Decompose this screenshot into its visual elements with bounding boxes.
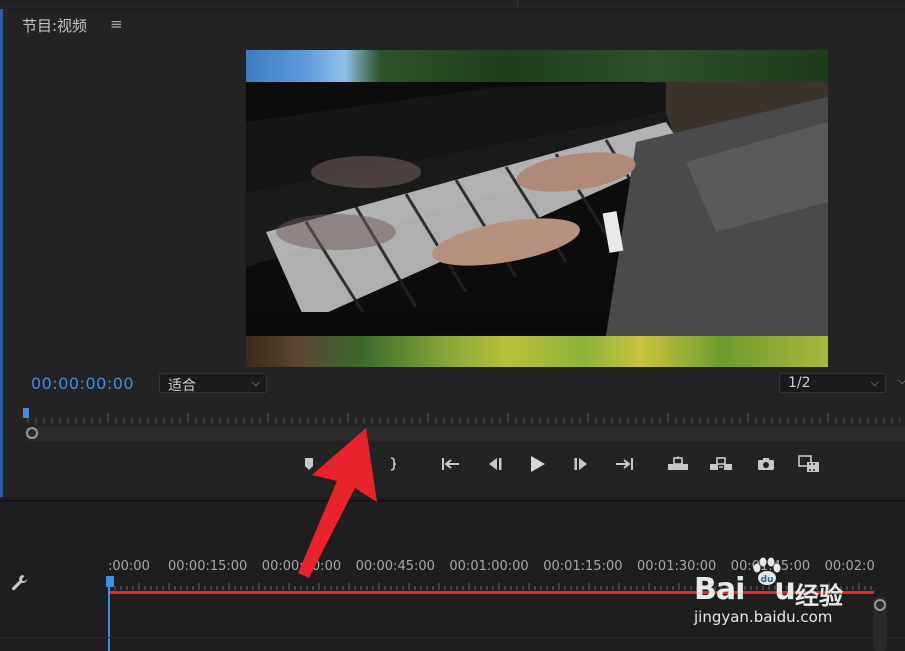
step-back-button[interactable] [482,452,506,476]
go-to-in-button[interactable] [439,452,463,476]
watermark-cn: 经验 [795,582,843,610]
mark-out-button[interactable] [382,452,406,476]
video-bottom-strip-meadow [246,336,828,367]
video-piano-frame [246,82,828,336]
compare-icon [798,455,819,472]
settings-chevron-icon[interactable]: ⌵ [898,374,905,388]
chevron-down-icon: ⌵ [870,376,879,389]
timeline-playhead[interactable] [106,576,114,587]
play-button[interactable] [525,452,549,476]
panel-title[interactable]: 节目:视频 [22,15,87,36]
playhead-timecode[interactable]: 00:00:00:00 [31,374,134,393]
go-to-in-icon [442,458,459,470]
zoom-handle[interactable] [26,427,38,439]
monitor-zoom-bar[interactable] [26,427,905,441]
timeline-playhead-line [108,587,110,651]
video-preview [246,50,828,367]
fit-select[interactable]: 适合 ⌵ [159,373,267,394]
export-frame-button[interactable] [754,452,778,476]
chevron-down-icon: ⌵ [251,376,260,389]
go-to-out-button[interactable] [612,452,636,476]
extract-button[interactable] [709,452,733,476]
monitor-time-ruler[interactable] [26,411,900,425]
add-marker-button[interactable] [297,452,321,476]
step-forward-icon [574,458,587,470]
lift-button[interactable] [666,452,690,476]
timeline-top-divider [0,500,905,502]
track-divider [0,637,905,638]
ruler-label: 00:00:45:00 [355,559,435,574]
top-strip [0,0,905,8]
paw-icon: du [753,557,781,585]
step-forward-button[interactable] [570,452,594,476]
video-top-strip-sky [246,50,828,82]
ruler-label: 00:00:30:00 [261,559,342,574]
go-to-out-icon [616,458,633,470]
resolution-select[interactable]: 1/2 ⌵ [779,373,886,393]
step-back-icon [489,458,502,470]
baidu-jingyan-watermark: Bai u du 经验 jingyan.baidu.com [692,548,897,633]
resolution-select-value: 1/2 [788,375,811,391]
svg-text:du: du [761,575,774,585]
hamburger-icon[interactable]: ≡ [110,15,123,33]
comparison-view-button[interactable] [797,452,821,476]
monitor-playhead[interactable] [23,408,29,418]
top-divider [0,6,905,7]
marker-icon [305,458,313,470]
ruler-label: :00:00 [108,559,150,574]
panel-separator [517,0,518,7]
active-panel-accent [0,9,3,497]
ruler-label: 00:01:15:00 [543,559,623,574]
ruler-label: 00:00:15:00 [168,559,248,574]
mark-out-icon [390,457,397,471]
play-icon [531,456,545,472]
watermark-logo-pre: Bai [694,572,745,607]
ruler-label: 00:01:00:00 [449,559,529,574]
fit-select-value: 适合 [168,378,196,394]
camera-icon [758,458,774,470]
watermark-url: jingyan.baidu.com [694,608,833,626]
extract-icon [710,457,732,470]
lift-icon [668,456,688,470]
wrench-icon[interactable] [10,573,30,593]
